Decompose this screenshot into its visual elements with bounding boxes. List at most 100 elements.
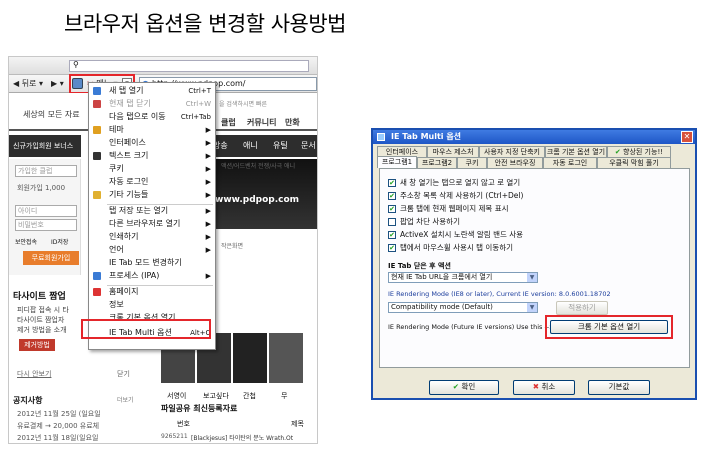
gnb-item-anime[interactable]: 애니: [243, 135, 258, 157]
save-id-checkbox[interactable]: ID저장: [51, 237, 68, 246]
show-again-link[interactable]: 다시 안보기: [17, 369, 51, 379]
chevron-right-icon: ▶: [205, 207, 211, 215]
poster-3[interactable]: [233, 333, 267, 383]
option-checkbox[interactable]: ✔ 주소창 목록 삭제 사용하기 (Ctrl+Del): [388, 190, 523, 201]
chevron-right-icon: ▶: [205, 178, 211, 186]
menu-item[interactable]: 정보: [89, 300, 215, 310]
option-checkbox[interactable]: 팝업 차단 사용하기: [388, 216, 460, 227]
after-close-select[interactable]: 현재 IE Tab URL을 크롬에서 열기 ▼: [388, 272, 538, 283]
option-checkbox[interactable]: ✔ 크롬 탭에 현재 웹페이지 제목 표시: [388, 203, 509, 214]
dialog-titlebar: IE Tab Multi 옵션: [373, 130, 695, 144]
file-row-title[interactable]: [Blackjesus] 타이탄의 분노 Wrath.Ot: [191, 433, 293, 442]
menu-item[interactable]: 홈페이지: [89, 287, 215, 297]
chevron-right-icon: ▶: [205, 246, 211, 254]
menu-item-label: 테마: [109, 125, 124, 134]
tab-label: 우클릭 막힘 풀기: [609, 159, 659, 167]
menu-item-label: IE Tab 모드 변경하기: [109, 258, 182, 267]
cancel-button[interactable]: ✖ 취소: [513, 380, 575, 395]
menu-item[interactable]: 인쇄하기 ▶: [89, 232, 215, 242]
gnb-item-util[interactable]: 유틸: [273, 135, 288, 157]
tab-row2[interactable]: 우클릭 막힘 풀기: [597, 157, 671, 168]
notice-more[interactable]: 더보기: [117, 395, 134, 404]
tab-row1[interactable]: 크롬 기본 옵션 열기: [545, 146, 607, 157]
password-input[interactable]: 비밀번호: [15, 219, 77, 231]
tab-label: 쿠키: [465, 159, 479, 167]
notice-item-1[interactable]: 2012년 11월 25일 (일요일: [17, 409, 101, 419]
side-line-3: 제거 방법을 소개: [17, 326, 67, 334]
option-checkbox[interactable]: ✔ 새 창 열기는 탭으로 열지 않고 로 열기: [388, 177, 520, 188]
chevron-right-icon: ▶: [205, 152, 211, 160]
apply-button[interactable]: 적용하기: [556, 301, 608, 315]
option-checkbox[interactable]: ✔ 탭에서 마우스휠 사용시 탭 이동하기: [388, 242, 513, 253]
menu-item[interactable]: 현재 탭 닫기 Ctrl+W: [89, 99, 215, 109]
menu-item[interactable]: 텍스트 크기 ▶: [89, 151, 215, 161]
menu-item[interactable]: 자동 로그인 ▶: [89, 177, 215, 187]
forward-button[interactable]: ▶ ▾: [49, 77, 66, 91]
global-nav: 방송 애니 유틸 문서: [209, 135, 317, 157]
option-checkbox-label: 팝업 차단 사용하기: [400, 217, 460, 226]
tab-label: 프로그램2: [421, 159, 453, 167]
ok-label: 확인: [461, 382, 476, 391]
option-checkbox[interactable]: ✔ ActiveX 설치시 노란색 알림 밴드 사용: [388, 229, 523, 240]
remove-method-button[interactable]: 제거방법: [19, 339, 55, 351]
notice-item-2[interactable]: 유료결제 → 20,000 유료체: [17, 421, 99, 431]
check-icon: ✔: [452, 382, 460, 391]
site-link-community[interactable]: 커뮤니티: [247, 117, 276, 128]
tab-row2[interactable]: 쿠키: [457, 157, 487, 168]
chrome-options-highlight: [545, 315, 673, 339]
menu-item[interactable]: 언어 ▶: [89, 245, 215, 255]
menu-item[interactable]: 인터페이스 ▶: [89, 138, 215, 148]
site-link-comics[interactable]: 만화: [285, 117, 300, 128]
menu-item-label: 탭 저장 또는 열기: [109, 206, 169, 215]
gnb-item-docs[interactable]: 문서: [301, 135, 316, 157]
close-link[interactable]: 닫기: [117, 369, 130, 379]
tab-label: 안전 브라우징: [494, 159, 536, 167]
tab-row1[interactable]: ✔ 향상된 기능!!: [607, 146, 671, 157]
cancel-icon: ✖: [532, 382, 540, 391]
back-button[interactable]: ◀ 뒤로 ▾: [11, 77, 45, 91]
poster-4[interactable]: [269, 333, 303, 383]
checkbox-empty-icon: [388, 218, 396, 226]
close-icon[interactable]: ✕: [681, 131, 693, 143]
menu-item[interactable]: 기타 기능들 ▶: [89, 190, 215, 200]
ok-button[interactable]: ✔ 확인: [429, 380, 499, 395]
tab-label: 향상된 기능!!: [623, 148, 664, 156]
toolbar-search-input[interactable]: [69, 60, 309, 72]
option-checkbox-label: ActiveX 설치시 노란색 알림 밴드 사용: [400, 230, 524, 239]
dialog-title: IE Tab Multi 옵션: [391, 132, 462, 141]
menu-item[interactable]: 쿠키 ▶: [89, 164, 215, 174]
search-icon[interactable]: ⚲: [73, 60, 79, 69]
menu-item[interactable]: 다음 탭으로 이동 Ctrl+Tab: [89, 112, 215, 122]
menu-item-icon: [93, 100, 101, 108]
menu-item-label: 정보: [109, 300, 124, 309]
default-button[interactable]: 기본값: [588, 380, 650, 395]
ie-tab-options-dialog: IE Tab Multi 옵션 ✕ IE Tab 닫은 후 액션 현재 IE T…: [371, 128, 697, 400]
menu-item-icon: [93, 152, 101, 160]
club-search-input[interactable]: 가입한 클럽: [15, 165, 77, 177]
compat-mode-select[interactable]: Compatibility mode (Default) ▼: [388, 302, 538, 313]
search-toolbar: ⚲: [9, 57, 317, 75]
tab-row1[interactable]: 마우스 제스처: [427, 146, 479, 157]
notice-item-3[interactable]: 2012년 11월 18일(일요일: [17, 433, 98, 443]
tab-row2[interactable]: 자동 로그인: [543, 157, 597, 168]
menu-item[interactable]: 새 탭 열기 Ctrl+T: [89, 86, 215, 96]
tab-row2[interactable]: 프로그램1: [377, 156, 417, 168]
free-join-button[interactable]: 무료회원가입: [23, 251, 79, 265]
chevron-right-icon: ▶: [205, 220, 211, 228]
side-heading: 타사이트 짬업: [13, 292, 66, 302]
site-link-club[interactable]: 클럽: [221, 117, 236, 128]
menu-item[interactable]: IE Tab 모드 변경하기: [89, 258, 215, 268]
id-input[interactable]: 아이디: [15, 205, 77, 217]
menu-item[interactable]: 다른 브라우저로 열기 ▶: [89, 219, 215, 229]
tab-row2[interactable]: 프로그램2: [417, 157, 457, 168]
menu-item[interactable]: 탭 저장 또는 열기 ▶: [89, 206, 215, 216]
menu-item[interactable]: 테마 ▶: [89, 125, 215, 135]
side-line-2: 타사이트 짬업자: [17, 316, 65, 324]
tab-row2[interactable]: 안전 브라우징: [487, 157, 543, 168]
tab-label: 자동 로그인: [552, 159, 588, 167]
tab-row1[interactable]: 사용자 지정 단축키: [479, 146, 545, 157]
secure-login-checkbox[interactable]: 보안접속: [15, 237, 37, 246]
menu-item[interactable]: 프로세스 (IPA) ▶: [89, 271, 215, 281]
menu-item-icon: [93, 191, 101, 199]
menu-item-label: 다른 브라우저로 열기: [109, 219, 181, 228]
